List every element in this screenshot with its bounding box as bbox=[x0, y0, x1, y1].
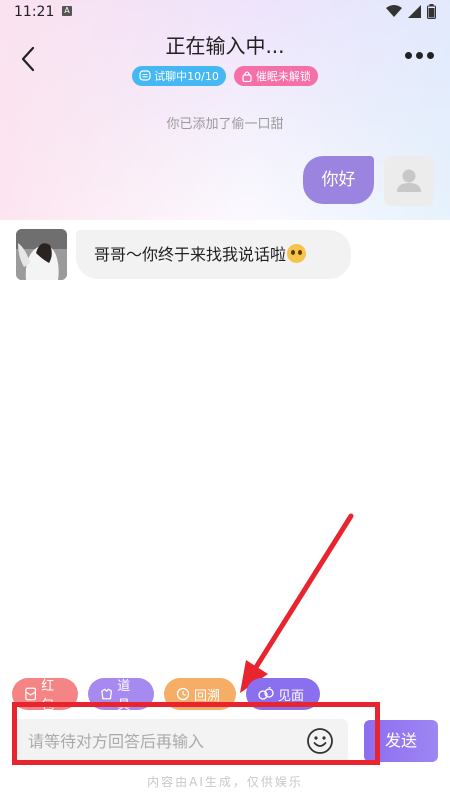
ai-disclaimer: 内容由AI生成，仅供娱乐 bbox=[147, 775, 303, 789]
prop-icon bbox=[101, 688, 113, 700]
meet-icon bbox=[258, 687, 274, 700]
meet-label: 见面 bbox=[278, 688, 305, 704]
red-packet-icon bbox=[25, 687, 37, 701]
rewind-label: 回溯 bbox=[194, 688, 221, 704]
annotation-highlight-box bbox=[12, 702, 380, 765]
clock-icon bbox=[176, 687, 190, 701]
